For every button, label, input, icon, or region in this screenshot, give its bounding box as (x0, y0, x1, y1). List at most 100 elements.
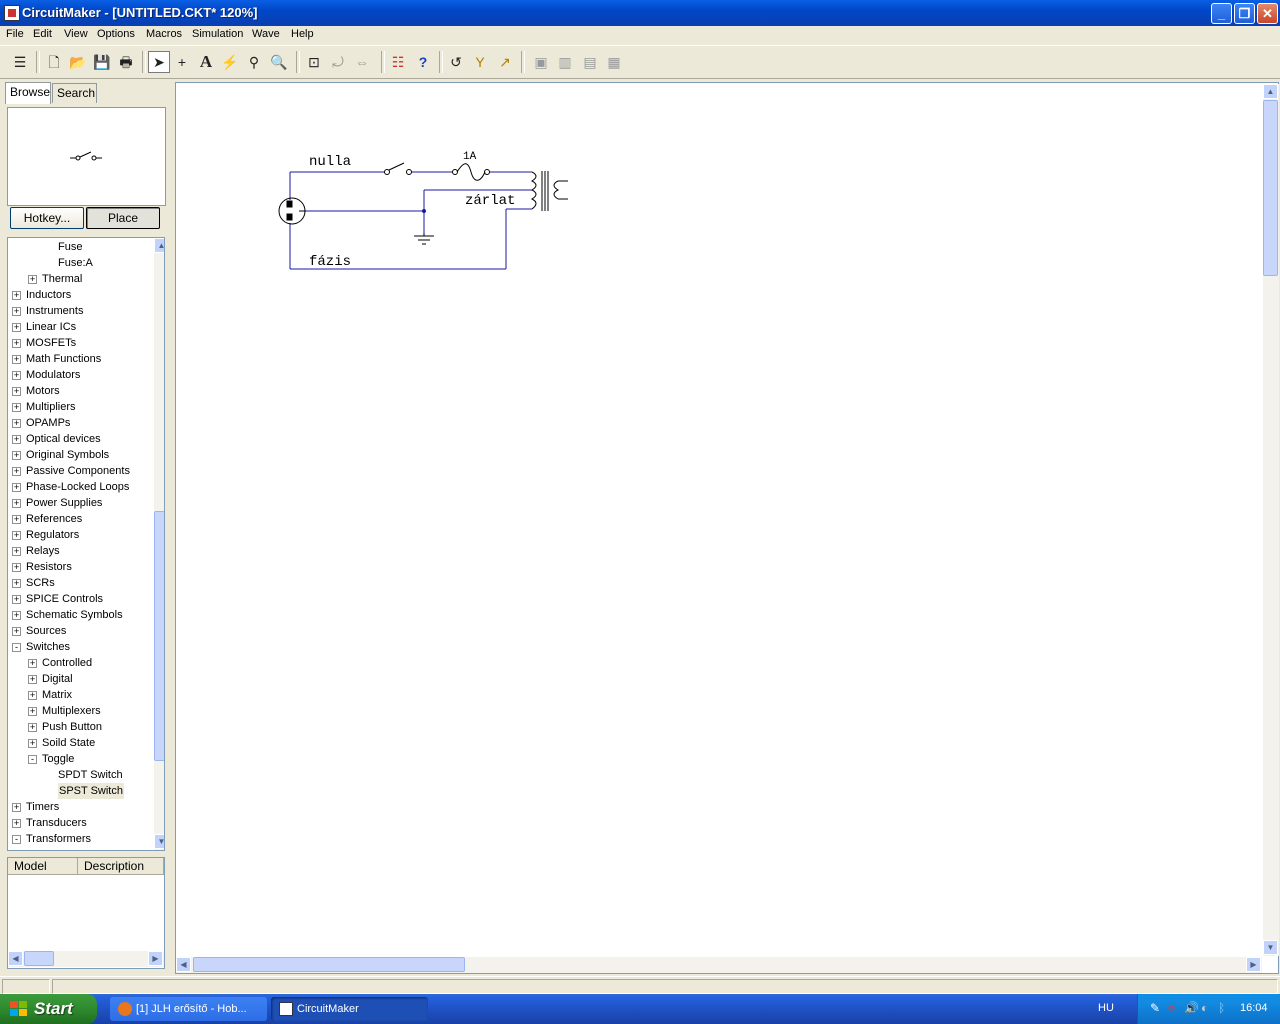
expand-icon[interactable]: + (12, 435, 21, 444)
tree-item[interactable]: + Optical devices (8, 431, 153, 447)
expand-icon[interactable]: + (12, 339, 21, 348)
print-icon[interactable]: 🖶 (115, 51, 137, 73)
expand-icon[interactable]: + (28, 723, 37, 732)
waveform-icon[interactable]: ▤ (579, 51, 601, 73)
menu-view[interactable]: View (64, 28, 88, 40)
expand-icon[interactable]: + (12, 515, 21, 524)
expand-icon[interactable]: + (12, 403, 21, 412)
zoom-fit-icon[interactable]: ⊡ (303, 51, 325, 73)
scroll-right-arrow[interactable]: ▶ (1246, 957, 1261, 972)
scroll-down-arrow[interactable]: ▼ (154, 834, 164, 849)
expand-icon[interactable]: + (12, 531, 21, 540)
canvas-vscrollbar[interactable]: ▲ ▼ (1263, 84, 1279, 956)
scroll-left-arrow[interactable]: ◀ (176, 957, 191, 972)
antivirus-shield-icon[interactable]: ⛨ (1167, 1001, 1176, 1016)
model-hscrollbar[interactable]: ◀ ▶ (8, 951, 164, 967)
menu-simulation[interactable]: Simulation (192, 28, 243, 40)
tab-browse[interactable]: Browse (5, 82, 51, 104)
analog-sim-icon[interactable]: ↗ (494, 51, 516, 73)
arrow-tool-icon[interactable]: ➤ (148, 51, 170, 73)
canvas-hscroll-thumb[interactable] (193, 957, 465, 972)
expand-icon[interactable]: + (12, 611, 21, 620)
expand-icon[interactable]: + (12, 563, 21, 572)
expand-icon[interactable]: + (12, 579, 21, 588)
tree-item[interactable]: + Regulators (8, 527, 153, 543)
expand-icon[interactable]: + (12, 819, 21, 828)
tree-item[interactable]: + Math Functions (8, 351, 153, 367)
parts-tree[interactable]: Fuse Fuse:A + Thermal + Inductors + Instruments… (7, 237, 165, 851)
save-icon[interactable]: 💾 (91, 51, 113, 73)
tree-item[interactable]: - Transformers (8, 831, 153, 847)
canvas-vscroll-thumb[interactable] (1263, 100, 1278, 276)
scroll-up-arrow[interactable]: ▲ (154, 238, 164, 253)
tree-item[interactable]: + Transducers (8, 815, 153, 831)
menu-options[interactable]: Options (97, 28, 135, 40)
step-icon[interactable]: ▣ (530, 51, 552, 73)
tree-item[interactable]: + Linear ICs (8, 319, 153, 335)
tree-scrollbar[interactable]: ▲ ▼ (154, 238, 164, 850)
tree-item[interactable]: SPST Switch (8, 783, 153, 799)
place-button[interactable]: Place (86, 207, 160, 229)
tree-item[interactable]: + Multipliers (8, 399, 153, 415)
expand-icon[interactable]: + (12, 371, 21, 380)
tree-item[interactable]: + Schematic Symbols (8, 607, 153, 623)
collapse-icon[interactable]: - (12, 835, 21, 844)
bluetooth-icon[interactable]: ᛒ (1218, 1001, 1225, 1015)
taskbar-item-circuitmaker[interactable]: CircuitMaker (271, 997, 428, 1021)
collapse-icon[interactable]: - (12, 643, 21, 652)
scroll-up-arrow[interactable]: ▲ (1263, 84, 1278, 99)
tree-item[interactable]: + SCRs (8, 575, 153, 591)
tree-item[interactable]: + Resistors (8, 559, 153, 575)
tree-scroll-thumb[interactable] (154, 511, 164, 761)
expand-icon[interactable]: + (12, 355, 21, 364)
tree-item[interactable]: + Relays (8, 543, 153, 559)
tree-item[interactable]: + Instruments (8, 303, 153, 319)
scroll-right-arrow[interactable]: ▶ (148, 951, 163, 966)
expand-icon[interactable]: + (12, 467, 21, 476)
expand-icon[interactable]: + (12, 595, 21, 604)
menu-macros[interactable]: Macros (146, 28, 182, 40)
tree-item[interactable]: + Digital (8, 671, 153, 687)
probe-tool-icon[interactable]: ⚲ (243, 51, 265, 73)
volume-icon[interactable]: 🔊 (1184, 1001, 1199, 1015)
digital-sim-icon[interactable]: Y (469, 51, 491, 73)
scroll-left-arrow[interactable]: ◀ (8, 951, 23, 966)
expand-icon[interactable]: + (28, 659, 37, 668)
app-icon[interactable] (4, 5, 20, 21)
properties-list-icon[interactable]: ☷ (387, 51, 409, 73)
tree-item[interactable]: + Phase-Locked Loops (8, 479, 153, 495)
tree-item[interactable]: - Toggle (8, 751, 153, 767)
reset-icon[interactable]: ↺ (445, 51, 467, 73)
scroll-down-arrow[interactable]: ▼ (1263, 940, 1278, 955)
schematic-canvas[interactable]: nulla 1A zárlat fázis (175, 82, 1279, 974)
model-scroll-thumb[interactable] (24, 951, 54, 966)
tree-item[interactable]: + Thermal (8, 271, 153, 287)
expand-icon[interactable]: + (28, 691, 37, 700)
tree-item[interactable]: Fuse:A (8, 255, 153, 271)
menu-edit[interactable]: Edit (33, 28, 52, 40)
expand-icon[interactable]: + (28, 739, 37, 748)
expand-icon[interactable]: + (28, 275, 37, 284)
collapse-icon[interactable]: - (28, 755, 37, 764)
text-tool-icon[interactable]: A (195, 51, 217, 73)
tree-item[interactable]: - Switches (8, 639, 153, 655)
expand-icon[interactable]: + (12, 291, 21, 300)
tree-item[interactable]: SPDT Switch (8, 767, 153, 783)
tree-item[interactable]: + MOSFETs (8, 335, 153, 351)
tree-item[interactable]: + Timers (8, 799, 153, 815)
tree-item[interactable]: + Sources (8, 623, 153, 639)
tree-item[interactable]: + SPICE Controls (8, 591, 153, 607)
tree-item[interactable]: + Soild State (8, 735, 153, 751)
tree-item[interactable]: Fuse (8, 239, 153, 255)
monitor-icon[interactable]: ◐ (1201, 1001, 1208, 1015)
minimize-button[interactable]: _ (1211, 3, 1232, 24)
analyses-icon[interactable]: ▦ (603, 51, 625, 73)
expand-icon[interactable]: + (12, 387, 21, 396)
help-icon[interactable]: ? (412, 51, 434, 73)
model-list[interactable]: Model Description ◀ ▶ (7, 857, 165, 969)
expand-icon[interactable]: + (28, 675, 37, 684)
tree-item[interactable]: + Original Symbols (8, 447, 153, 463)
expand-icon[interactable]: + (12, 323, 21, 332)
tree-item[interactable]: + Modulators (8, 367, 153, 383)
wire-tool-icon[interactable]: + (171, 51, 193, 73)
